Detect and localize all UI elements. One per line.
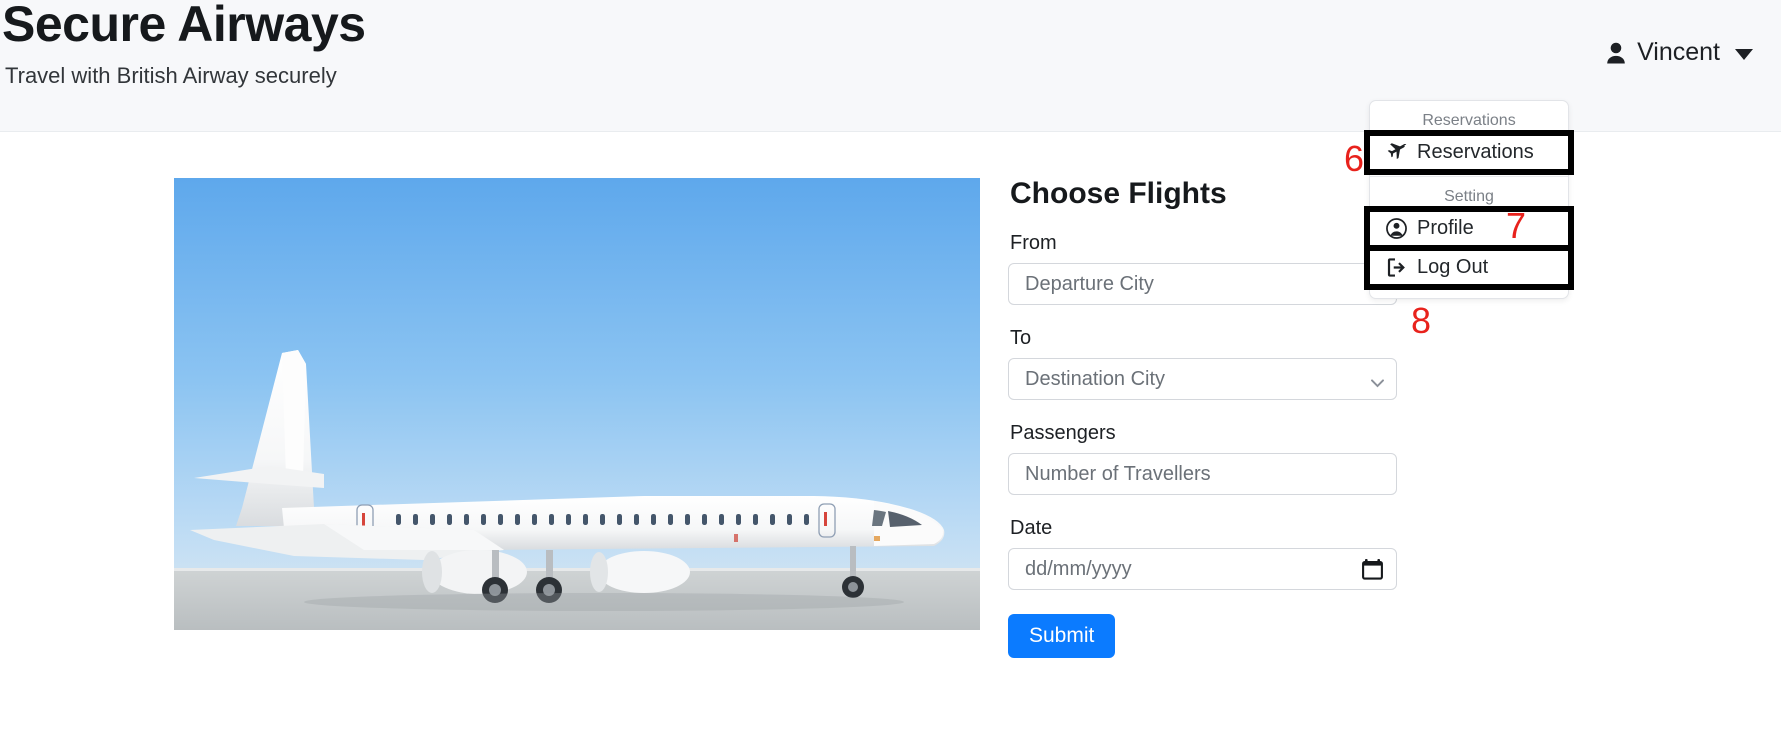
- from-field-label: From: [1010, 232, 1057, 254]
- flight-search-form: Choose Flights From To Destination City …: [1008, 176, 1398, 658]
- dropdown-section-reservations: Reservations Reservations: [1370, 101, 1568, 169]
- annotation-number-7: 7: [1506, 205, 1527, 246]
- sign-out-icon: [1386, 257, 1407, 278]
- user-name-label: Vincent: [1637, 38, 1720, 66]
- menu-item-label: Reservations: [1417, 141, 1534, 163]
- form-title: Choose Flights: [1010, 177, 1227, 210]
- page-root: Secure Airways Travel with British Airwa…: [0, 0, 1781, 744]
- destination-city-select[interactable]: Destination City: [1008, 358, 1397, 400]
- dropdown-section-setting: Setting Profile Log Out: [1370, 177, 1568, 298]
- field-spacer: [1008, 495, 1398, 517]
- departure-city-input[interactable]: [1008, 263, 1397, 305]
- field-spacer: [1008, 305, 1398, 327]
- date-field-label: Date: [1010, 517, 1053, 539]
- menu-item-reservations[interactable]: Reservations: [1370, 136, 1568, 169]
- user-menu-button[interactable]: Vincent: [1606, 38, 1753, 67]
- page-subtitle: Travel with British Airway securely: [5, 63, 337, 88]
- person-icon: [1606, 42, 1626, 64]
- annotation-number-8: 8: [1411, 300, 1432, 341]
- passengers-input[interactable]: [1008, 453, 1397, 495]
- dropdown-section-header: Setting: [1444, 188, 1494, 205]
- passengers-field-label: Passengers: [1010, 422, 1116, 444]
- menu-item-label: Log Out: [1417, 256, 1489, 278]
- page-title: Secure Airways: [2, 0, 366, 52]
- destination-city-select-wrapper: Destination City: [1008, 358, 1397, 400]
- user-circle-icon: [1386, 218, 1407, 239]
- menu-item-log-out[interactable]: Log Out: [1370, 251, 1568, 284]
- date-input-wrapper: [1008, 548, 1397, 590]
- date-input[interactable]: [1008, 548, 1397, 590]
- dropdown-bottom-padding: [1370, 284, 1568, 298]
- chevron-down-icon: [1735, 49, 1753, 60]
- menu-item-profile[interactable]: Profile: [1370, 212, 1568, 245]
- menu-item-label: Profile: [1417, 217, 1474, 239]
- field-spacer: [1008, 400, 1398, 422]
- submit-button[interactable]: Submit: [1008, 614, 1116, 658]
- calendar-icon[interactable]: [1362, 558, 1383, 580]
- hero-airplane-image: [174, 178, 980, 630]
- to-field-label: To: [1010, 327, 1032, 349]
- annotation-number-6: 6: [1344, 138, 1365, 179]
- plane-icon: [1386, 142, 1407, 163]
- dropdown-section-header: Reservations: [1422, 112, 1516, 129]
- user-dropdown-menu: Reservations Reservations Setting Profil…: [1369, 100, 1569, 299]
